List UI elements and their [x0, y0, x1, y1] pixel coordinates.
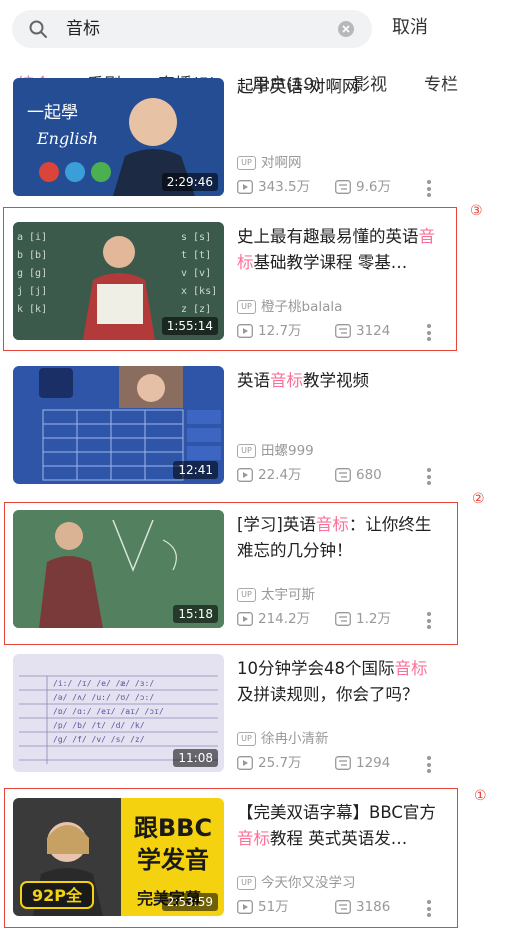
clear-icon[interactable] [338, 21, 354, 37]
annotation-marker-two: ② [472, 491, 485, 507]
video-title: 起学英语-对啊网 [237, 77, 359, 96]
svg-text:/ɒ/ /ɑ:/ /eɪ/ /aɪ/ /ɔɪ/: /ɒ/ /ɑ:/ /eɪ/ /aɪ/ /ɔɪ/ [53, 707, 164, 716]
video-title: 10分钟学会48个国际音标及拼读规则，你会了吗？ [237, 659, 428, 704]
play-count: 343.5万 [237, 178, 310, 196]
uploader: UP 田螺999 [237, 442, 314, 460]
annotation-box-two [4, 502, 458, 645]
danmaku-icon [335, 756, 351, 770]
play-count: 22.4万 [237, 466, 302, 484]
more-icon[interactable] [426, 468, 432, 486]
video-thumbnail: 一起學 English 2:29:46 [13, 78, 224, 196]
play-icon [237, 180, 253, 194]
cancel-button[interactable]: 取消 [392, 17, 428, 39]
video-result[interactable]: 一起學 English 2:29:46 起学英语-对啊网 UP 对啊网 343.5… [0, 77, 518, 216]
search-icon [29, 20, 47, 38]
search-bar[interactable]: 音标 [12, 10, 372, 48]
video-result[interactable]: /i:/ /ɪ/ /e/ /æ/ /ɜ:/ /ə/ /ʌ/ /u:/ /ʊ/ /ɔ… [0, 654, 518, 792]
danmaku-count: 680 [335, 466, 382, 484]
danmaku-count: 9.6万 [335, 178, 391, 196]
svg-text:/i:/ /ɪ/ /e/ /æ/ /ɜ:/: /i:/ /ɪ/ /e/ /æ/ /ɜ:/ [53, 679, 154, 688]
video-thumbnail: /i:/ /ɪ/ /e/ /æ/ /ɜ:/ /ə/ /ʌ/ /u:/ /ʊ/ /ɔ… [13, 654, 224, 772]
thumb-caption: 一起學 [27, 103, 78, 123]
play-icon [237, 468, 253, 482]
video-title: 英语音标教学视频 [237, 371, 369, 390]
svg-text:/g/ /f/ /v/ /s/ /z/: /g/ /f/ /v/ /s/ /z/ [53, 735, 145, 744]
video-thumbnail: 12:41 [13, 366, 224, 484]
annotation-marker-one: ① [474, 788, 487, 804]
uploader: UP 对啊网 [237, 154, 302, 172]
up-icon: UP [237, 444, 256, 458]
duration-badge: 12:41 [173, 461, 218, 479]
search-input[interactable]: 音标 [66, 18, 100, 40]
danmaku-count: 1294 [335, 754, 390, 772]
up-icon: UP [237, 156, 256, 170]
more-icon[interactable] [426, 180, 432, 198]
annotation-box-one [4, 788, 458, 928]
duration-badge: 2:29:46 [161, 173, 218, 191]
danmaku-icon [335, 468, 351, 482]
danmaku-icon [335, 180, 351, 194]
more-icon[interactable] [426, 756, 432, 774]
up-icon: UP [237, 732, 256, 746]
duration-badge: 11:08 [173, 749, 218, 767]
play-count: 25.7万 [237, 754, 302, 772]
thumb-caption: English [36, 129, 98, 148]
video-result[interactable]: 12:41 英语音标教学视频 UP 田螺999 22.4万 680 [0, 366, 518, 504]
play-icon [237, 756, 253, 770]
annotation-box-three [3, 207, 457, 351]
annotation-marker-three: ③ [470, 203, 483, 219]
svg-text:/ə/ /ʌ/ /u:/ /ʊ/ /ɔ:/: /ə/ /ʌ/ /u:/ /ʊ/ /ɔ:/ [53, 693, 154, 702]
svg-text:/p/ /b/ /t/ /d/ /k/: /p/ /b/ /t/ /d/ /k/ [53, 721, 145, 730]
uploader: UP 徐冉小清新 [237, 730, 329, 748]
